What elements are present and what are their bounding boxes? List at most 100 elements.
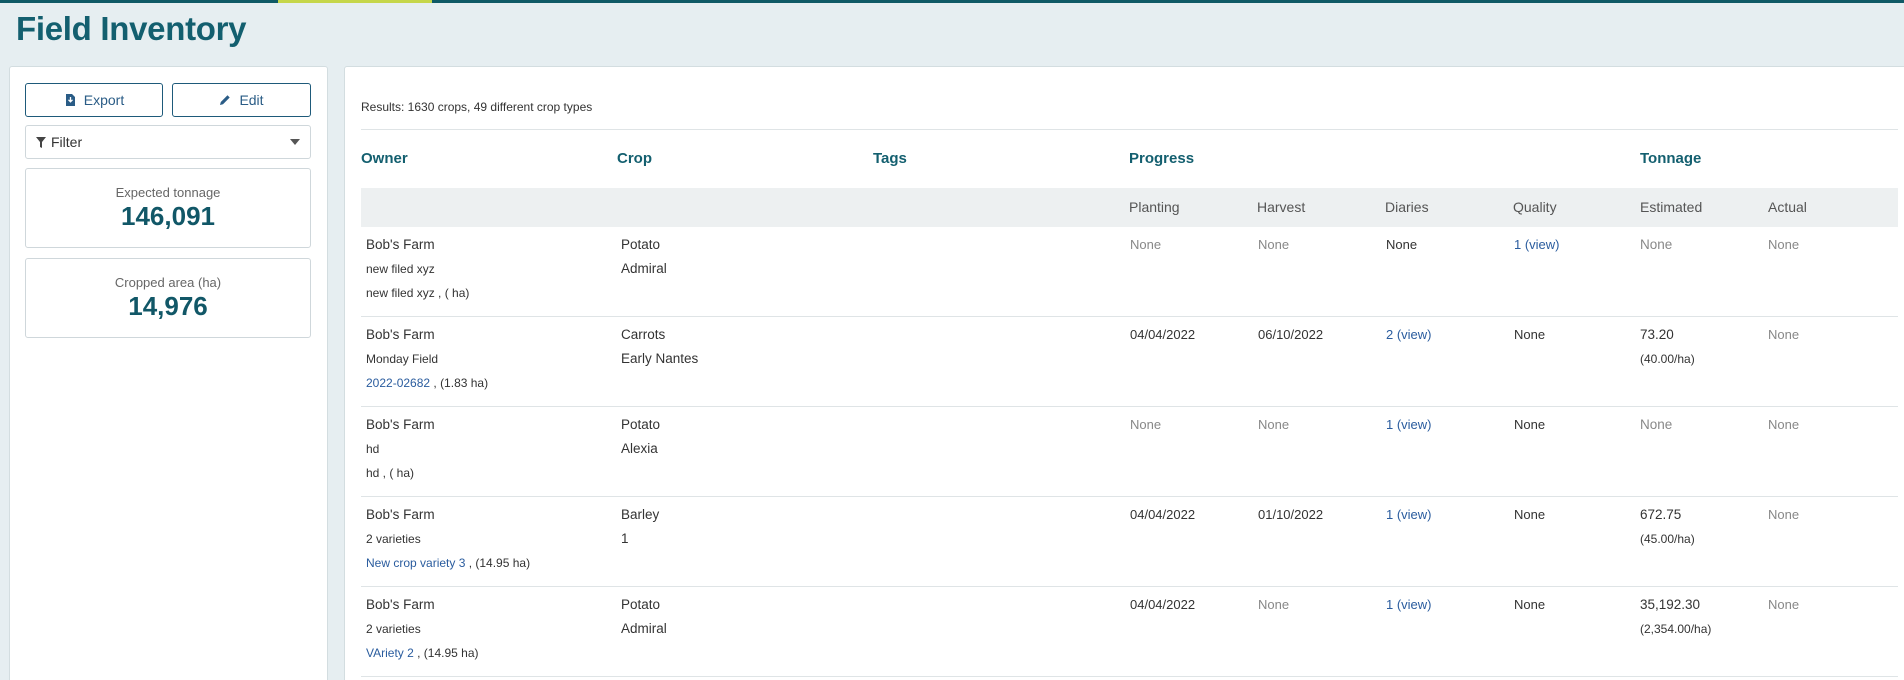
field-area: , (1.83 ha) bbox=[430, 376, 489, 390]
crop-name: Potato bbox=[621, 597, 661, 612]
diaries-cell[interactable]: 1 (view) bbox=[1386, 593, 1432, 617]
crop-variety: Alexia bbox=[621, 441, 658, 456]
crop-variety: Early Nantes bbox=[621, 351, 699, 366]
actual-tonnage: None bbox=[1768, 417, 1800, 432]
diaries-cell[interactable]: 1 (view) bbox=[1386, 413, 1432, 437]
edit-button[interactable]: Edit bbox=[172, 83, 311, 117]
cropped-area-card: Cropped area (ha) 14,976 bbox=[25, 258, 311, 338]
owner-name: Bob's Farm bbox=[366, 237, 435, 252]
crop-name: Potato bbox=[621, 237, 661, 252]
header-crop[interactable]: Crop bbox=[617, 150, 652, 167]
field-name: Monday Field bbox=[366, 352, 439, 366]
actual-tonnage: None bbox=[1768, 507, 1800, 522]
planting-date: 04/04/2022 bbox=[1130, 507, 1196, 522]
results-summary: Results: 1630 crops, 49 different crop t… bbox=[361, 100, 593, 114]
subheader-quality: Quality bbox=[1513, 199, 1557, 215]
estimated-tonnage: None bbox=[1640, 237, 1673, 252]
harvest-date: None bbox=[1258, 417, 1290, 432]
field-name: 2 varieties bbox=[366, 532, 421, 546]
subheader-diaries: Diaries bbox=[1385, 199, 1429, 215]
edit-label: Edit bbox=[239, 92, 264, 108]
funnel-icon bbox=[36, 136, 46, 148]
owner-name: Bob's Farm bbox=[366, 507, 435, 522]
quality-cell: None bbox=[1514, 327, 1546, 342]
subheader-planting: Planting bbox=[1129, 199, 1180, 215]
crop-name: Barley bbox=[621, 507, 660, 522]
estimated-tonnage: None bbox=[1640, 417, 1673, 432]
field-name: new filed xyz bbox=[366, 262, 435, 276]
table-row[interactable]: Bob's Farm 2 varieties New crop variety 3 … bbox=[361, 497, 1898, 587]
field-link[interactable]: New crop variety 3 bbox=[366, 556, 465, 570]
owner-name: Bob's Farm bbox=[366, 327, 435, 342]
planting-date: 04/04/2022 bbox=[1130, 327, 1196, 342]
actual-tonnage: None bbox=[1768, 327, 1800, 342]
quality-cell[interactable]: 1 (view) bbox=[1514, 233, 1560, 257]
page-title: Field Inventory bbox=[16, 10, 247, 47]
field-link[interactable]: VAriety 2 bbox=[366, 646, 414, 660]
planting-date: 04/04/2022 bbox=[1130, 597, 1196, 612]
subheader-estimated: Estimated bbox=[1640, 199, 1703, 215]
crop-variety: 1 bbox=[621, 531, 629, 546]
estimated-tonnage: 73.20 bbox=[1640, 327, 1674, 342]
subheader-harvest: Harvest bbox=[1257, 199, 1306, 215]
divider bbox=[361, 129, 1898, 130]
crop-name: Potato bbox=[621, 417, 661, 432]
crop-variety: Admiral bbox=[621, 621, 667, 636]
field-name: 2 varieties bbox=[366, 622, 421, 636]
header-owner[interactable]: Owner bbox=[361, 150, 408, 167]
planting-date: None bbox=[1130, 417, 1162, 432]
expected-tonnage-label: Expected tonnage bbox=[115, 185, 221, 200]
header-tonnage[interactable]: Tonnage bbox=[1640, 150, 1701, 167]
crop-name: Carrots bbox=[621, 327, 666, 342]
estimated-tonnage: 672.75 bbox=[1640, 507, 1682, 522]
actual-tonnage: None bbox=[1768, 597, 1800, 612]
estimated-rate: (45.00/ha) bbox=[1640, 532, 1695, 546]
field-area: , (14.95 ha) bbox=[465, 556, 531, 570]
header-tags[interactable]: Tags bbox=[873, 150, 907, 167]
estimated-tonnage: 35,192.30 bbox=[1640, 597, 1701, 612]
actual-tonnage: None bbox=[1768, 237, 1800, 252]
export-label: Export bbox=[83, 92, 125, 108]
header-progress[interactable]: Progress bbox=[1129, 150, 1194, 167]
owner-name: Bob's Farm bbox=[366, 597, 435, 612]
harvest-date: None bbox=[1258, 237, 1290, 252]
diaries-cell[interactable]: 1 (view) bbox=[1386, 503, 1432, 527]
field-name: hd bbox=[366, 442, 380, 456]
quality-cell: None bbox=[1514, 507, 1546, 522]
table-row[interactable]: Bob's Farm new filed xyz new filed xyz , (… bbox=[361, 227, 1898, 317]
table-row[interactable]: Bob's Farm hd hd , ( ha) Potato Alexia None No… bbox=[361, 407, 1898, 497]
planting-date: None bbox=[1130, 237, 1162, 252]
estimated-rate: (40.00/ha) bbox=[1640, 352, 1695, 366]
expected-tonnage-value: 146,091 bbox=[121, 201, 215, 231]
harvest-date: None bbox=[1258, 597, 1290, 612]
field-area: , (14.95 ha) bbox=[413, 646, 479, 660]
table-row[interactable]: Bob's Farm 2 varieties VAriety 2 , (14.95 … bbox=[361, 587, 1898, 677]
crop-variety: Admiral bbox=[621, 261, 667, 276]
left-sidebar-panel: Export Edit Filter Expected tonnage 146,… bbox=[9, 66, 328, 680]
quality-cell: None bbox=[1514, 417, 1546, 432]
estimated-rate: (2,354.00/ha) bbox=[1640, 622, 1712, 636]
quality-cell: None bbox=[1514, 597, 1546, 612]
cropped-area-value: 14,976 bbox=[128, 291, 208, 321]
field-area: new filed xyz , ( ha) bbox=[366, 286, 470, 300]
expected-tonnage-card: Expected tonnage 146,091 bbox=[25, 168, 311, 248]
export-button[interactable]: Export bbox=[25, 83, 163, 117]
pencil-icon bbox=[220, 95, 231, 105]
diaries-cell: None bbox=[1386, 237, 1418, 252]
subheader-actual: Actual bbox=[1768, 199, 1807, 215]
cropped-area-label: Cropped area (ha) bbox=[114, 275, 222, 290]
inventory-table-panel: Results: 1630 crops, 49 different crop t… bbox=[344, 66, 1904, 680]
diaries-cell[interactable]: 2 (view) bbox=[1386, 323, 1432, 347]
harvest-date: 01/10/2022 bbox=[1258, 507, 1324, 522]
table-row[interactable]: Bob's Farm Monday Field 2022-02682 , (1.83… bbox=[361, 317, 1898, 407]
download-icon bbox=[65, 94, 75, 106]
field-link[interactable]: 2022-02682 bbox=[366, 376, 430, 390]
top-accent-line bbox=[0, 0, 1904, 3]
harvest-date: 06/10/2022 bbox=[1258, 327, 1324, 342]
field-area: hd , ( ha) bbox=[366, 466, 415, 480]
top-accent-highlight bbox=[278, 0, 432, 3]
filter-label: Filter bbox=[51, 134, 83, 150]
chevron-down-icon bbox=[290, 139, 300, 145]
owner-name: Bob's Farm bbox=[366, 417, 435, 432]
filter-dropdown[interactable]: Filter bbox=[25, 125, 311, 159]
